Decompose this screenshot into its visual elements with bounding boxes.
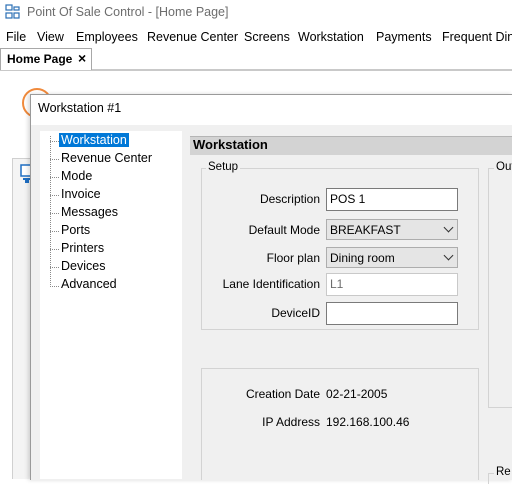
tree-item-devices[interactable]: Devices bbox=[61, 259, 105, 273]
app-icon bbox=[5, 4, 21, 20]
description-field[interactable]: POS 1 bbox=[326, 188, 458, 211]
tree-item-invoice[interactable]: Invoice bbox=[61, 187, 101, 201]
ip-address-label: IP Address bbox=[262, 415, 320, 429]
floor-plan-select[interactable]: Dining room bbox=[326, 247, 458, 268]
dialog-title: Workstation #1 bbox=[38, 101, 122, 115]
tree-item-workstation[interactable]: Workstation bbox=[59, 133, 129, 147]
setup-legend: Setup bbox=[206, 161, 241, 173]
tree-connector bbox=[50, 177, 59, 178]
tree-connector bbox=[50, 213, 59, 214]
chevron-down-icon bbox=[443, 250, 454, 261]
menu-screens[interactable]: Screens bbox=[244, 30, 290, 44]
floor-plan-label: Floor plan bbox=[266, 251, 320, 265]
lane-identification-label: Lane Identification bbox=[222, 277, 320, 291]
tree-connector bbox=[50, 286, 59, 287]
device-id-field[interactable] bbox=[326, 302, 458, 325]
tab-home-page[interactable]: Home Page × bbox=[0, 48, 92, 70]
tree-item-printers[interactable]: Printers bbox=[61, 241, 104, 255]
device-id-label: DeviceID bbox=[271, 306, 320, 320]
tree-connector bbox=[50, 195, 59, 196]
menu-workstation[interactable]: Workstation bbox=[298, 30, 364, 44]
tree-connector bbox=[50, 141, 59, 142]
tree-connector bbox=[50, 267, 59, 268]
menu-revenue-center[interactable]: Revenue Center bbox=[147, 30, 238, 44]
description-label: Description bbox=[259, 192, 320, 206]
settings-tree bbox=[40, 131, 182, 479]
tree-item-ports[interactable]: Ports bbox=[61, 223, 90, 237]
default-mode-value: BREAKFAST bbox=[330, 223, 401, 237]
tree-item-mode[interactable]: Mode bbox=[61, 169, 92, 183]
menu-employees[interactable]: Employees bbox=[76, 30, 138, 44]
close-icon[interactable]: × bbox=[78, 50, 86, 66]
ip-address-value: 192.168.100.46 bbox=[326, 415, 410, 429]
tree-item-messages[interactable]: Messages bbox=[61, 205, 118, 219]
lane-identification-field[interactable]: L1 bbox=[326, 273, 458, 296]
tab-home-page-label: Home Page bbox=[7, 52, 73, 66]
chevron-down-icon bbox=[443, 222, 454, 233]
output-group bbox=[488, 168, 512, 408]
menu-file[interactable]: File bbox=[6, 30, 26, 44]
tree-connector bbox=[50, 249, 59, 250]
tree-connector bbox=[50, 231, 59, 232]
default-mode-label: Default Mode bbox=[248, 223, 320, 237]
menu-frequent-diner[interactable]: Frequent Dine bbox=[442, 30, 512, 44]
creation-date-value: 02-21-2005 bbox=[326, 387, 388, 401]
lower-right-legend: Re bbox=[494, 466, 512, 478]
default-mode-select[interactable]: BREAKFAST bbox=[326, 219, 458, 240]
output-legend: Out bbox=[494, 161, 512, 173]
menu-view[interactable]: View bbox=[37, 30, 64, 44]
menu-bar: File View Employees Revenue Center Scree… bbox=[0, 26, 512, 46]
section-header: Workstation bbox=[193, 137, 268, 152]
tree-item-revenue-center[interactable]: Revenue Center bbox=[61, 151, 152, 165]
tree-item-advanced[interactable]: Advanced bbox=[61, 277, 117, 291]
home-side-panel bbox=[12, 158, 31, 479]
tree-connector bbox=[50, 159, 59, 160]
app-title: Point Of Sale Control - [Home Page] bbox=[27, 5, 229, 19]
floor-plan-value: Dining room bbox=[330, 251, 395, 265]
creation-date-label: Creation Date bbox=[245, 387, 320, 401]
menu-payments[interactable]: Payments bbox=[376, 30, 432, 44]
